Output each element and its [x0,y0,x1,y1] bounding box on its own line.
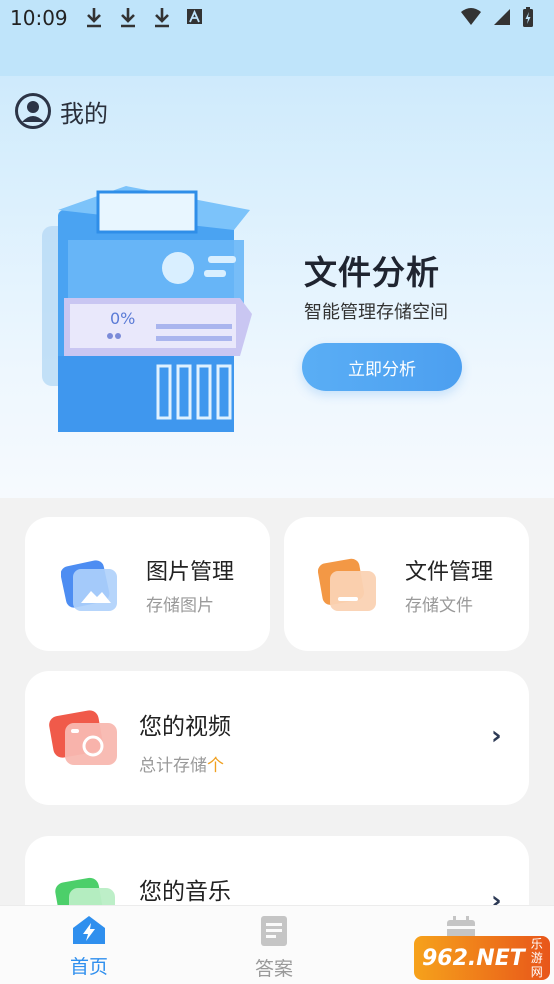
battery-charging-icon [523,7,533,27]
a-icon [187,9,202,24]
download-icon [155,8,169,28]
status-time: 10:09 [10,6,68,30]
hero-subtitle: 智能管理存储空间 [304,302,448,323]
status-bar: 10:09 [0,0,554,76]
camera-icon [49,710,117,765]
image-management-card[interactable]: 图片管理 存储图片 [25,517,270,651]
file-analysis-illustration: 0% [42,186,252,432]
profile-label: 我的 [60,99,108,128]
hero-title: 文件分析 [304,253,440,292]
file-management-card[interactable]: 文件管理 存储文件 [284,517,529,651]
document-icon [261,916,287,946]
user-circle-icon [15,93,51,129]
tab-answers[interactable]: 答案 [255,914,293,981]
file-management-title: 文件管理 [405,560,494,585]
image-management-subtitle: 存储图片 [146,596,214,616]
image-management-title: 图片管理 [146,560,235,585]
watermark-main: 962.NET [422,945,525,971]
watermark-side: 乐游网 [530,937,543,979]
chevron-right-icon: › [491,721,502,751]
file-folder-icon [318,558,376,611]
illustration-percent: 0% [110,309,135,328]
tab-answers-label: 答案 [255,958,294,980]
home-bolt-icon [73,916,105,944]
videos-subtitle-prefix: 总计存储 [139,756,207,776]
videos-card[interactable]: 您的视频 总计存储个 › [25,671,529,805]
videos-subtitle: 总计存储个 [139,751,224,776]
videos-count-unit: 个 [207,756,224,776]
download-icon [121,8,135,28]
tab-home-label: 首页 [70,956,109,978]
status-system-icons [460,6,534,28]
videos-title: 您的视频 [139,714,231,740]
analyze-now-button[interactable]: 立即分析 [302,343,462,391]
music-title: 您的音乐 [139,879,231,905]
file-management-subtitle: 存储文件 [405,596,473,616]
tab-home[interactable]: 首页 [70,914,108,979]
site-watermark: 962.NET 乐游网 [414,936,550,980]
image-folder-icon [61,560,117,611]
profile-entry[interactable]: 我的 [14,92,108,130]
signal-icon [494,9,510,25]
wifi-icon [461,8,481,25]
download-icon [87,8,101,28]
status-notifications [84,6,204,28]
